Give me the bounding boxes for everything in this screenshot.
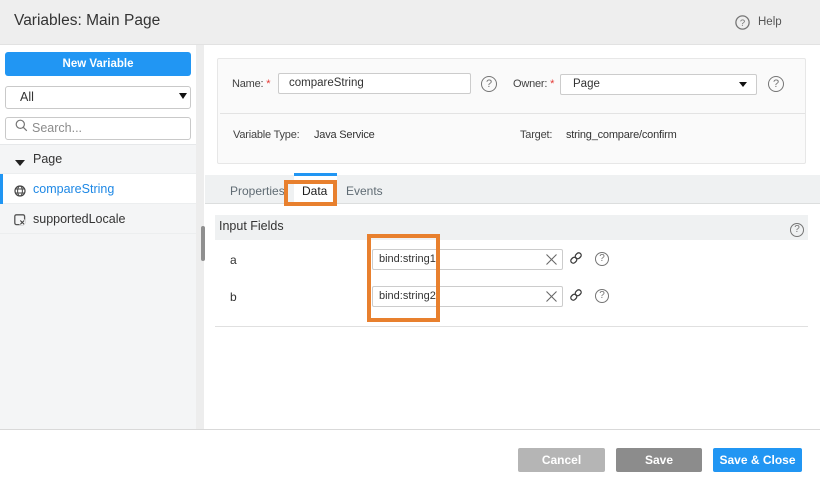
svg-text:?: ? bbox=[740, 18, 745, 29]
